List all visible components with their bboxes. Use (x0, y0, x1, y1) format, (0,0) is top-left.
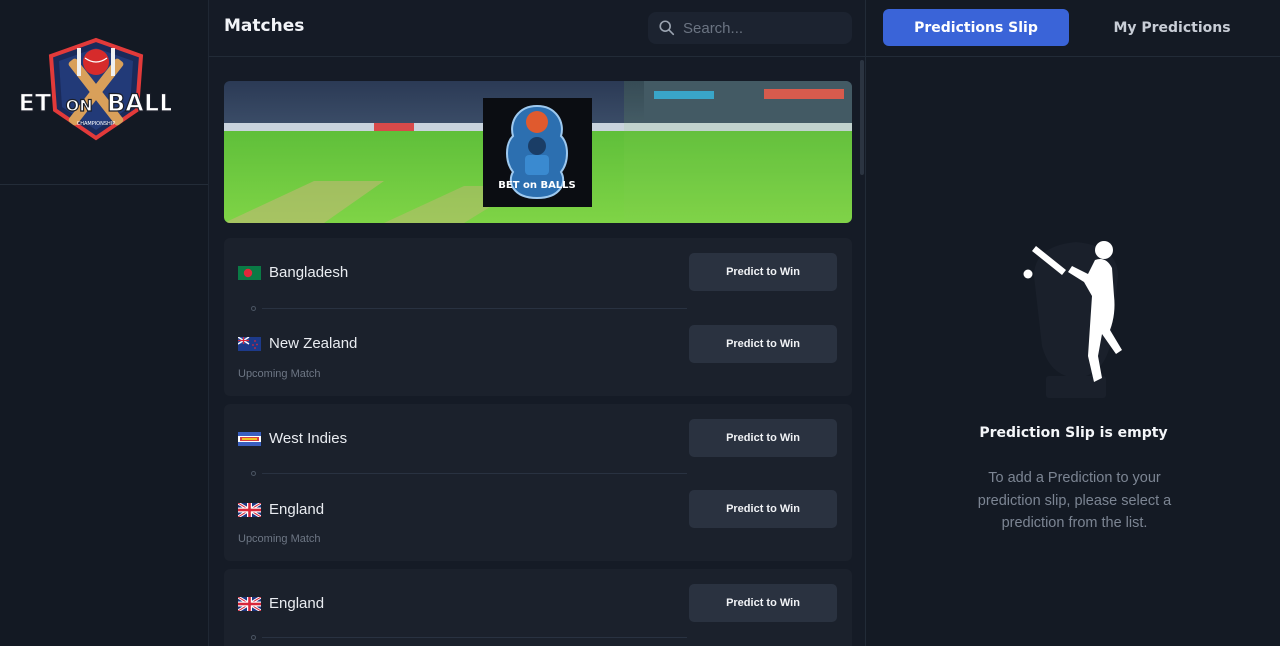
logo-area: BET ON BALLS CHAMPIONSHIP (0, 0, 208, 185)
stadium-banner: BET on BALLS (224, 81, 852, 223)
logo-word-3: BALLS (107, 89, 171, 117)
team-row: England (238, 501, 324, 518)
team-name: England (269, 595, 325, 612)
team-name: Bangladesh (269, 264, 349, 281)
predict-to-win-button[interactable]: Predict to Win (689, 419, 837, 457)
divider-dot (251, 306, 256, 311)
tab-bar: Predictions Slip My Predictions (866, 0, 1280, 57)
match-card: England Predict to Win (224, 569, 852, 646)
match-card: Bangladesh Predict to Win New Zealand Pr… (224, 238, 852, 396)
tab-predictions-slip[interactable]: Predictions Slip (883, 9, 1069, 46)
logo-subtitle: CHAMPIONSHIP (77, 121, 116, 127)
page-title: Matches (224, 16, 305, 36)
svg-text:BET ON BALLS: BET ON BALLS (21, 89, 171, 117)
team-row: England (238, 595, 324, 612)
player-mascot-icon: BET on BALLS (498, 104, 576, 200)
match-status: Upcoming Match (238, 368, 321, 380)
sidebar: BET ON BALLS CHAMPIONSHIP (0, 0, 209, 646)
uk-flag-icon (238, 502, 261, 517)
team-name: England (269, 501, 325, 518)
empty-state-text: To add a Prediction to your prediction s… (977, 470, 1172, 531)
tab-my-predictions[interactable]: My Predictions (1099, 9, 1245, 46)
scrollbar[interactable] (860, 60, 864, 175)
team-name: West Indies (269, 430, 348, 447)
match-card: West Indies Predict to Win England Predi… (224, 404, 852, 561)
team-row: West Indies (238, 430, 347, 447)
bangladesh-flag-icon (238, 265, 261, 280)
matches-header: Matches (209, 0, 865, 57)
search-input[interactable] (683, 19, 843, 37)
match-status: Upcoming Match (238, 533, 321, 545)
divider-dot (251, 635, 256, 640)
team-name: New Zealand (269, 335, 358, 352)
divider (262, 637, 687, 638)
new-zealand-flag-icon (238, 336, 261, 351)
divider (262, 473, 687, 474)
search-box[interactable] (648, 12, 852, 44)
prediction-panel: Predictions Slip My Predictions Predicti… (865, 0, 1280, 646)
uk-flag-icon (238, 596, 261, 611)
matches-panel: Matches Search... BET on BALLS Banglades… (209, 0, 865, 646)
predict-to-win-button[interactable]: Predict to Win (689, 325, 837, 363)
banner-logo-text: BET on BALLS (498, 180, 576, 191)
empty-state-title: Prediction Slip is empty (979, 425, 1168, 441)
team-row: Bangladesh (238, 264, 348, 281)
predict-to-win-button[interactable]: Predict to Win (689, 584, 837, 622)
search-icon (659, 20, 675, 36)
team-row: New Zealand (238, 335, 357, 352)
west-indies-flag-icon (238, 431, 261, 446)
predict-to-win-button[interactable]: Predict to Win (689, 490, 837, 528)
banner-logo: BET on BALLS (483, 98, 592, 207)
logo-word-1: BET (21, 89, 52, 117)
predict-to-win-button[interactable]: Predict to Win (689, 253, 837, 291)
batsman-icon (1023, 241, 1122, 398)
divider-dot (251, 471, 256, 476)
divider (262, 308, 687, 309)
logo-word-2: ON (66, 96, 93, 115)
bet-on-balls-logo[interactable]: BET ON BALLS CHAMPIONSHIP (21, 32, 171, 152)
